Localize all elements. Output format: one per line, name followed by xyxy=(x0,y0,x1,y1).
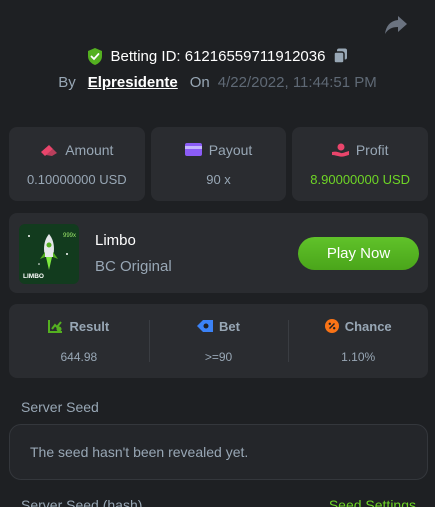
game-subtitle: BC Original xyxy=(95,258,172,275)
profit-card: Profit 8.90000000 USD xyxy=(292,127,429,201)
result-value: 644.98 xyxy=(60,349,98,364)
by-label: By xyxy=(58,73,76,91)
amount-label: Amount xyxy=(65,141,114,158)
on-label: On xyxy=(189,73,210,91)
share-icon[interactable] xyxy=(384,14,408,36)
bet-author-row: By Elpresidente On 4/22/2022, 11:44:51 P… xyxy=(0,71,435,93)
server-seed-field: The seed hasn't been revealed yet. xyxy=(9,424,428,480)
result-col: Result 644.98 xyxy=(9,304,149,378)
thumb-text: LIMBO xyxy=(23,273,44,280)
chance-value: 1.10% xyxy=(341,349,376,364)
bet-col: Bet >=90 xyxy=(148,304,289,378)
seed-settings-link[interactable]: Seed Settings xyxy=(329,497,416,507)
profit-value: 8.90000000 USD xyxy=(310,171,411,187)
result-label: Result xyxy=(69,318,110,334)
hand-coin-icon xyxy=(331,143,349,157)
profit-label: Profit xyxy=(355,141,389,158)
copy-icon[interactable] xyxy=(333,48,348,64)
percent-icon xyxy=(324,319,339,333)
betting-id: Betting ID: 61216559711912036 xyxy=(110,47,326,65)
payout-label: Payout xyxy=(208,141,253,158)
play-now-button[interactable]: Play Now xyxy=(298,237,419,270)
chance-label: Chance xyxy=(344,318,392,334)
server-seed-hash-label: Server Seed (hash) xyxy=(21,497,143,507)
bet-date: 4/22/2022, 11:44:51 PM xyxy=(217,73,377,91)
bet-label: Bet xyxy=(219,318,240,334)
amount-card: Amount 0.10000000 USD xyxy=(9,127,145,201)
ticket-icon xyxy=(197,320,214,332)
server-seed-label: Server Seed xyxy=(21,399,99,415)
limbo-thumbnail[interactable]: 999x LIMBO xyxy=(19,224,79,284)
bet-stats: Amount 0.10000000 USD Payout 90 x Profit… xyxy=(9,127,429,201)
payout-card: Payout 90 x xyxy=(150,127,287,201)
betting-id-row: Betting ID: 61216559711912036 xyxy=(0,44,435,68)
svg-text:999x: 999x xyxy=(63,233,76,239)
amount-value: 0.10000000 USD xyxy=(26,171,127,187)
game-card: 999x LIMBO Limbo BC Original Play Now xyxy=(9,213,428,293)
bet-value: >=90 xyxy=(204,349,233,364)
coin-stack-icon xyxy=(41,144,58,156)
bet-results: Result 644.98 Bet >=90 Chance 1.10% xyxy=(9,304,428,378)
chance-col: Chance 1.10% xyxy=(288,304,428,378)
wallet-card-icon xyxy=(184,143,202,156)
shield-check-icon xyxy=(87,47,102,65)
username-link[interactable]: Elpresidente xyxy=(88,74,178,91)
chart-icon xyxy=(48,320,63,333)
payout-value: 90 x xyxy=(206,171,231,187)
game-name: Limbo xyxy=(95,232,136,249)
